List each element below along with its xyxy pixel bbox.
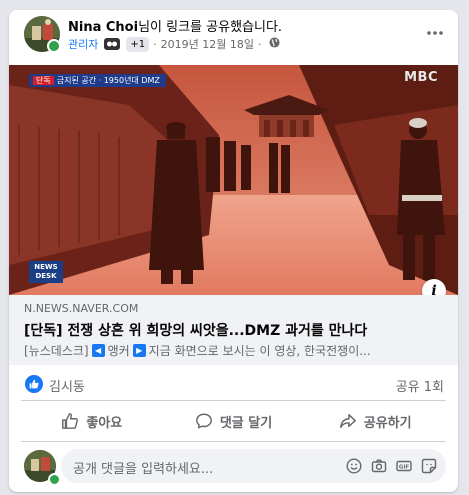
divider-top — [21, 400, 446, 401]
video-caption-tag: 단독 금지된 공간 · 1950년대 DMZ — [29, 74, 166, 87]
meta-separator: · — [153, 37, 157, 51]
comment-placeholder: 공개 댓글을 입력하세요... — [73, 462, 214, 477]
link-desc-part2: 앵커 — [107, 344, 130, 358]
share-button[interactable]: 공유하기 — [304, 404, 446, 438]
comment-button[interactable]: 댓글 달기 — [163, 404, 305, 438]
divider-bottom — [21, 441, 446, 442]
link-desc-part3: 지금 화면으로 보시는 이 영상, 한국전쟁이... — [148, 344, 371, 358]
member-badge-icon[interactable] — [104, 38, 121, 50]
extra-badge-count[interactable]: +1 — [126, 36, 150, 52]
post-card: Nina Choi님이 링크를 공유했습니다. 관리자 +1 · 2019년 1… — [9, 10, 458, 492]
admin-badge[interactable]: 관리자 — [68, 36, 98, 52]
camera-icon[interactable] — [370, 457, 388, 475]
comment-input[interactable]: 공개 댓글을 입력하세요... GIF — [61, 449, 446, 483]
svg-text:GIF: GIF — [399, 465, 410, 471]
emoji-icon[interactable] — [345, 457, 363, 475]
online-status-dot — [47, 39, 61, 53]
comment-tools: GIF — [338, 457, 438, 475]
news-desk-logo: NEWS DESK — [29, 261, 63, 283]
reaction-names[interactable]: 김시동 — [49, 376, 85, 395]
like-button[interactable]: 좋아요 — [21, 404, 163, 438]
post-header: Nina Choi님이 링크를 공유했습니다. 관리자 +1 · 2019년 1… — [9, 10, 458, 65]
link-title[interactable]: [단독] 전쟁 상흔 위 희망의 씨앗을...DMZ 과거를 만나다 — [24, 320, 367, 340]
share-label: 공유하기 — [363, 415, 412, 431]
more-options-button[interactable] — [422, 20, 448, 46]
comment-bubble-icon — [195, 413, 212, 429]
author-name[interactable]: Nina Choi — [68, 20, 138, 35]
gif-icon[interactable]: GIF — [395, 457, 413, 475]
like-label: 좋아요 — [86, 415, 123, 431]
post-meta: 관리자 +1 · 2019년 12월 18일 · — [68, 35, 281, 53]
play-icon: ▶ — [132, 344, 146, 357]
share-count[interactable]: 공유 1회 — [396, 376, 444, 395]
reactions-bar: 김시동 공유 1회 — [9, 366, 458, 400]
share-arrow-icon — [339, 413, 356, 429]
link-preview[interactable]: N.NEWS.NAVER.COM [단독] 전쟁 상흔 위 희망의 씨앗을...… — [9, 295, 458, 365]
action-bar: 좋아요 댓글 달기 공유하기 — [21, 404, 446, 438]
like-reaction-icon[interactable] — [25, 375, 43, 393]
meta-separator-2: · — [257, 37, 262, 51]
video-thumbnail[interactable]: 단독 금지된 공간 · 1950년대 DMZ MBC NEWS DESK i — [9, 65, 458, 295]
author-avatar[interactable] — [24, 16, 61, 53]
caption-text: 금지된 공간 · 1950년대 DMZ — [56, 76, 160, 85]
rewind-icon: ◀ — [91, 344, 105, 357]
post-title-line: Nina Choi님이 링크를 공유했습니다. — [68, 16, 282, 35]
link-description: [뉴스데스크] ◀ 앵커 ▶ 지금 화면으로 보시는 이 영상, 한국전쟁이..… — [24, 342, 371, 359]
sticker-icon[interactable] — [420, 457, 438, 475]
post-date[interactable]: 2019년 12월 18일 — [161, 36, 254, 52]
thumbs-up-icon — [62, 413, 79, 429]
comment-label: 댓글 달기 — [219, 415, 273, 431]
share-action-text: 님이 링크를 공유했습니다. — [138, 20, 283, 35]
comment-composer: 공개 댓글을 입력하세요... GIF — [9, 447, 458, 487]
commenter-online-dot — [48, 473, 61, 486]
link-desc-part1: [뉴스데스크] — [24, 344, 89, 358]
link-domain: N.NEWS.NAVER.COM — [24, 302, 139, 315]
video-scene — [9, 65, 458, 295]
more-dots-icon — [427, 31, 443, 35]
caption-prefix: 단독 — [33, 76, 54, 85]
channel-logo: MBC — [404, 70, 438, 85]
globe-icon[interactable] — [269, 37, 281, 51]
